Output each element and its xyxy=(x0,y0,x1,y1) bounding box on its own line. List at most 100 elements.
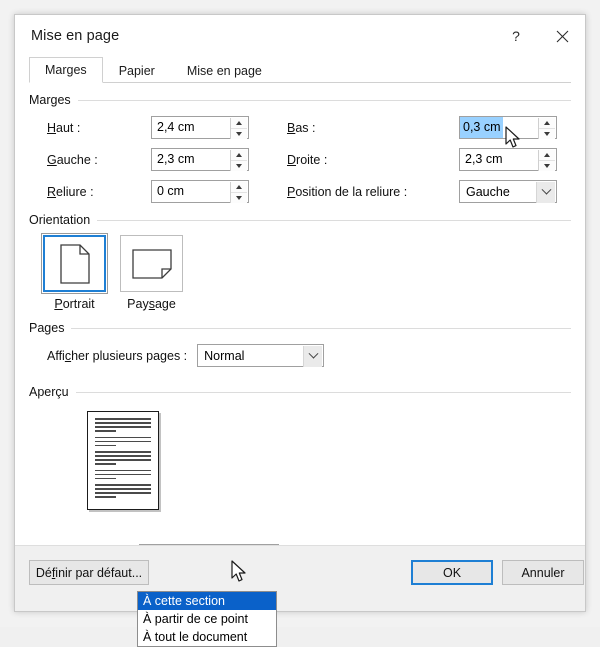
pages-row-multiple: Afficher plusieurs pages : Normal xyxy=(29,344,571,367)
preview-line xyxy=(95,422,151,424)
spinner-reliure-arrows[interactable] xyxy=(230,182,247,203)
spinner-bas-down[interactable] xyxy=(539,129,555,139)
set-as-default-label: Définir par défaut... xyxy=(36,566,142,580)
triangle-up-icon xyxy=(236,185,242,189)
tab-panel-marges: Marges Haut : 2,4 cm Bas : xyxy=(15,93,585,583)
spinner-haut-down[interactable] xyxy=(231,129,247,139)
chevron-down-icon xyxy=(541,185,551,195)
spinner-gauche-up[interactable] xyxy=(231,150,247,161)
spinner-haut[interactable]: 2,4 cm xyxy=(151,116,249,139)
preview-line xyxy=(95,496,116,498)
spinner-gauche[interactable]: 2,3 cm xyxy=(151,148,249,171)
triangle-up-icon xyxy=(236,153,242,157)
label-droite: Droite : xyxy=(287,153,459,167)
close-button[interactable] xyxy=(539,15,585,57)
spinner-reliure-up[interactable] xyxy=(231,182,247,193)
preview-line xyxy=(95,492,151,494)
group-rule xyxy=(71,328,571,329)
preview-line xyxy=(95,437,151,439)
spinner-haut-up[interactable] xyxy=(231,118,247,129)
spinner-haut-value: 2,4 cm xyxy=(152,117,195,138)
spinner-haut-arrows[interactable] xyxy=(230,118,247,139)
close-icon xyxy=(556,30,569,43)
orientation-landscape-label: Paysage xyxy=(120,297,183,311)
preview-line xyxy=(95,478,116,480)
label-bas: Bas : xyxy=(287,121,459,135)
spinner-droite-value: 2,3 cm xyxy=(460,149,503,170)
triangle-up-icon xyxy=(236,121,242,125)
tabstrip: Marges Papier Mise en page xyxy=(29,57,571,83)
set-as-default-button[interactable]: Définir par défaut... xyxy=(29,560,149,585)
label-haut: Haut : xyxy=(29,121,151,135)
group-label-orientation: Orientation xyxy=(29,213,90,227)
dropdown-option-partir-de-ce-point[interactable]: À partir de ce point xyxy=(138,610,276,628)
spinner-gauche-arrows[interactable] xyxy=(230,150,247,171)
preview-line xyxy=(95,488,151,490)
triangle-down-icon xyxy=(236,132,242,136)
question-mark-icon: ? xyxy=(512,28,520,44)
cancel-label: Annuler xyxy=(521,566,564,580)
preview-line xyxy=(95,451,151,453)
margin-field-left: Gauche : 2,3 cm xyxy=(29,148,287,171)
appliquer-a-dropdown-list[interactable]: À cette section À partir de ce point À t… xyxy=(137,591,277,647)
spinner-bas-arrows[interactable] xyxy=(538,118,555,139)
group-rule xyxy=(78,100,571,101)
margin-field-bottom: Bas : 0,3 cm xyxy=(287,116,571,139)
spinner-bas[interactable]: 0,3 cm xyxy=(459,116,557,139)
dropdown-option-cette-section[interactable]: À cette section xyxy=(138,592,276,610)
preview-line xyxy=(95,445,116,447)
orientation-portrait-box[interactable] xyxy=(43,235,106,292)
preview-line xyxy=(95,441,151,443)
spinner-droite-down[interactable] xyxy=(539,161,555,171)
orientation-portrait-label: Portrait xyxy=(43,297,106,311)
spinner-reliure-down[interactable] xyxy=(231,193,247,203)
spinner-gauche-down[interactable] xyxy=(231,161,247,171)
tab-mise-en-page[interactable]: Mise en page xyxy=(171,57,278,83)
label-afficher-plusieurs-pages: Afficher plusieurs pages : xyxy=(29,349,197,363)
spinner-reliure[interactable]: 0 cm xyxy=(151,180,249,203)
combo-position-reliure[interactable]: Gauche xyxy=(459,180,557,203)
combo-position-reliure-button[interactable] xyxy=(536,182,555,203)
spinner-bas-up[interactable] xyxy=(539,118,555,129)
spinner-droite[interactable]: 2,3 cm xyxy=(459,148,557,171)
dialog-footer: Définir par défaut... OK Annuler xyxy=(15,545,585,611)
triangle-up-icon xyxy=(544,121,550,125)
combo-afficher-plusieurs-pages-button[interactable] xyxy=(303,346,322,367)
margin-field-right: Droite : 2,3 cm xyxy=(287,148,571,171)
preview-line xyxy=(95,470,151,472)
combo-afficher-plusieurs-pages-value: Normal xyxy=(198,349,244,363)
dialog-title: Mise en page xyxy=(31,28,119,44)
combo-afficher-plusieurs-pages[interactable]: Normal xyxy=(197,344,324,367)
orientation-portrait[interactable]: Portrait xyxy=(43,235,106,311)
combo-position-reliure-value: Gauche xyxy=(460,185,510,199)
margin-row-top: Haut : 2,4 cm Bas : 0,3 cm xyxy=(29,116,571,139)
group-header-marges: Marges xyxy=(29,93,571,107)
chevron-down-icon xyxy=(308,349,318,359)
group-header-apercu: Aperçu xyxy=(29,385,571,399)
ok-button[interactable]: OK xyxy=(411,560,493,585)
group-rule xyxy=(76,392,571,393)
dropdown-option-tout-le-document[interactable]: À tout le document xyxy=(138,628,276,646)
label-position-reliure: Position de la reliure : xyxy=(287,185,459,199)
group-label-marges: Marges xyxy=(29,93,71,107)
triangle-down-icon xyxy=(544,164,550,168)
group-header-pages: Pages xyxy=(29,321,571,335)
margin-field-gutter: Reliure : 0 cm xyxy=(29,180,287,203)
help-button[interactable]: ? xyxy=(493,15,539,57)
preview-area xyxy=(29,411,571,556)
spinner-droite-arrows[interactable] xyxy=(538,150,555,171)
landscape-page-icon xyxy=(132,249,172,279)
preview-line xyxy=(95,426,151,428)
tab-papier[interactable]: Papier xyxy=(103,57,171,83)
page-setup-dialog: Mise en page ? Marges Papier xyxy=(14,14,586,612)
cancel-button[interactable]: Annuler xyxy=(502,560,584,585)
spinner-droite-up[interactable] xyxy=(539,150,555,161)
orientation-landscape[interactable]: Paysage xyxy=(120,235,183,311)
triangle-down-icon xyxy=(544,132,550,136)
group-header-orientation: Orientation xyxy=(29,213,571,227)
margin-field-gutter-position: Position de la reliure : Gauche xyxy=(287,180,571,203)
desktop-background: Mise en page ? Marges Papier xyxy=(0,0,600,627)
orientation-landscape-box[interactable] xyxy=(120,235,183,292)
group-label-pages: Pages xyxy=(29,321,64,335)
tab-marges[interactable]: Marges xyxy=(29,57,103,83)
